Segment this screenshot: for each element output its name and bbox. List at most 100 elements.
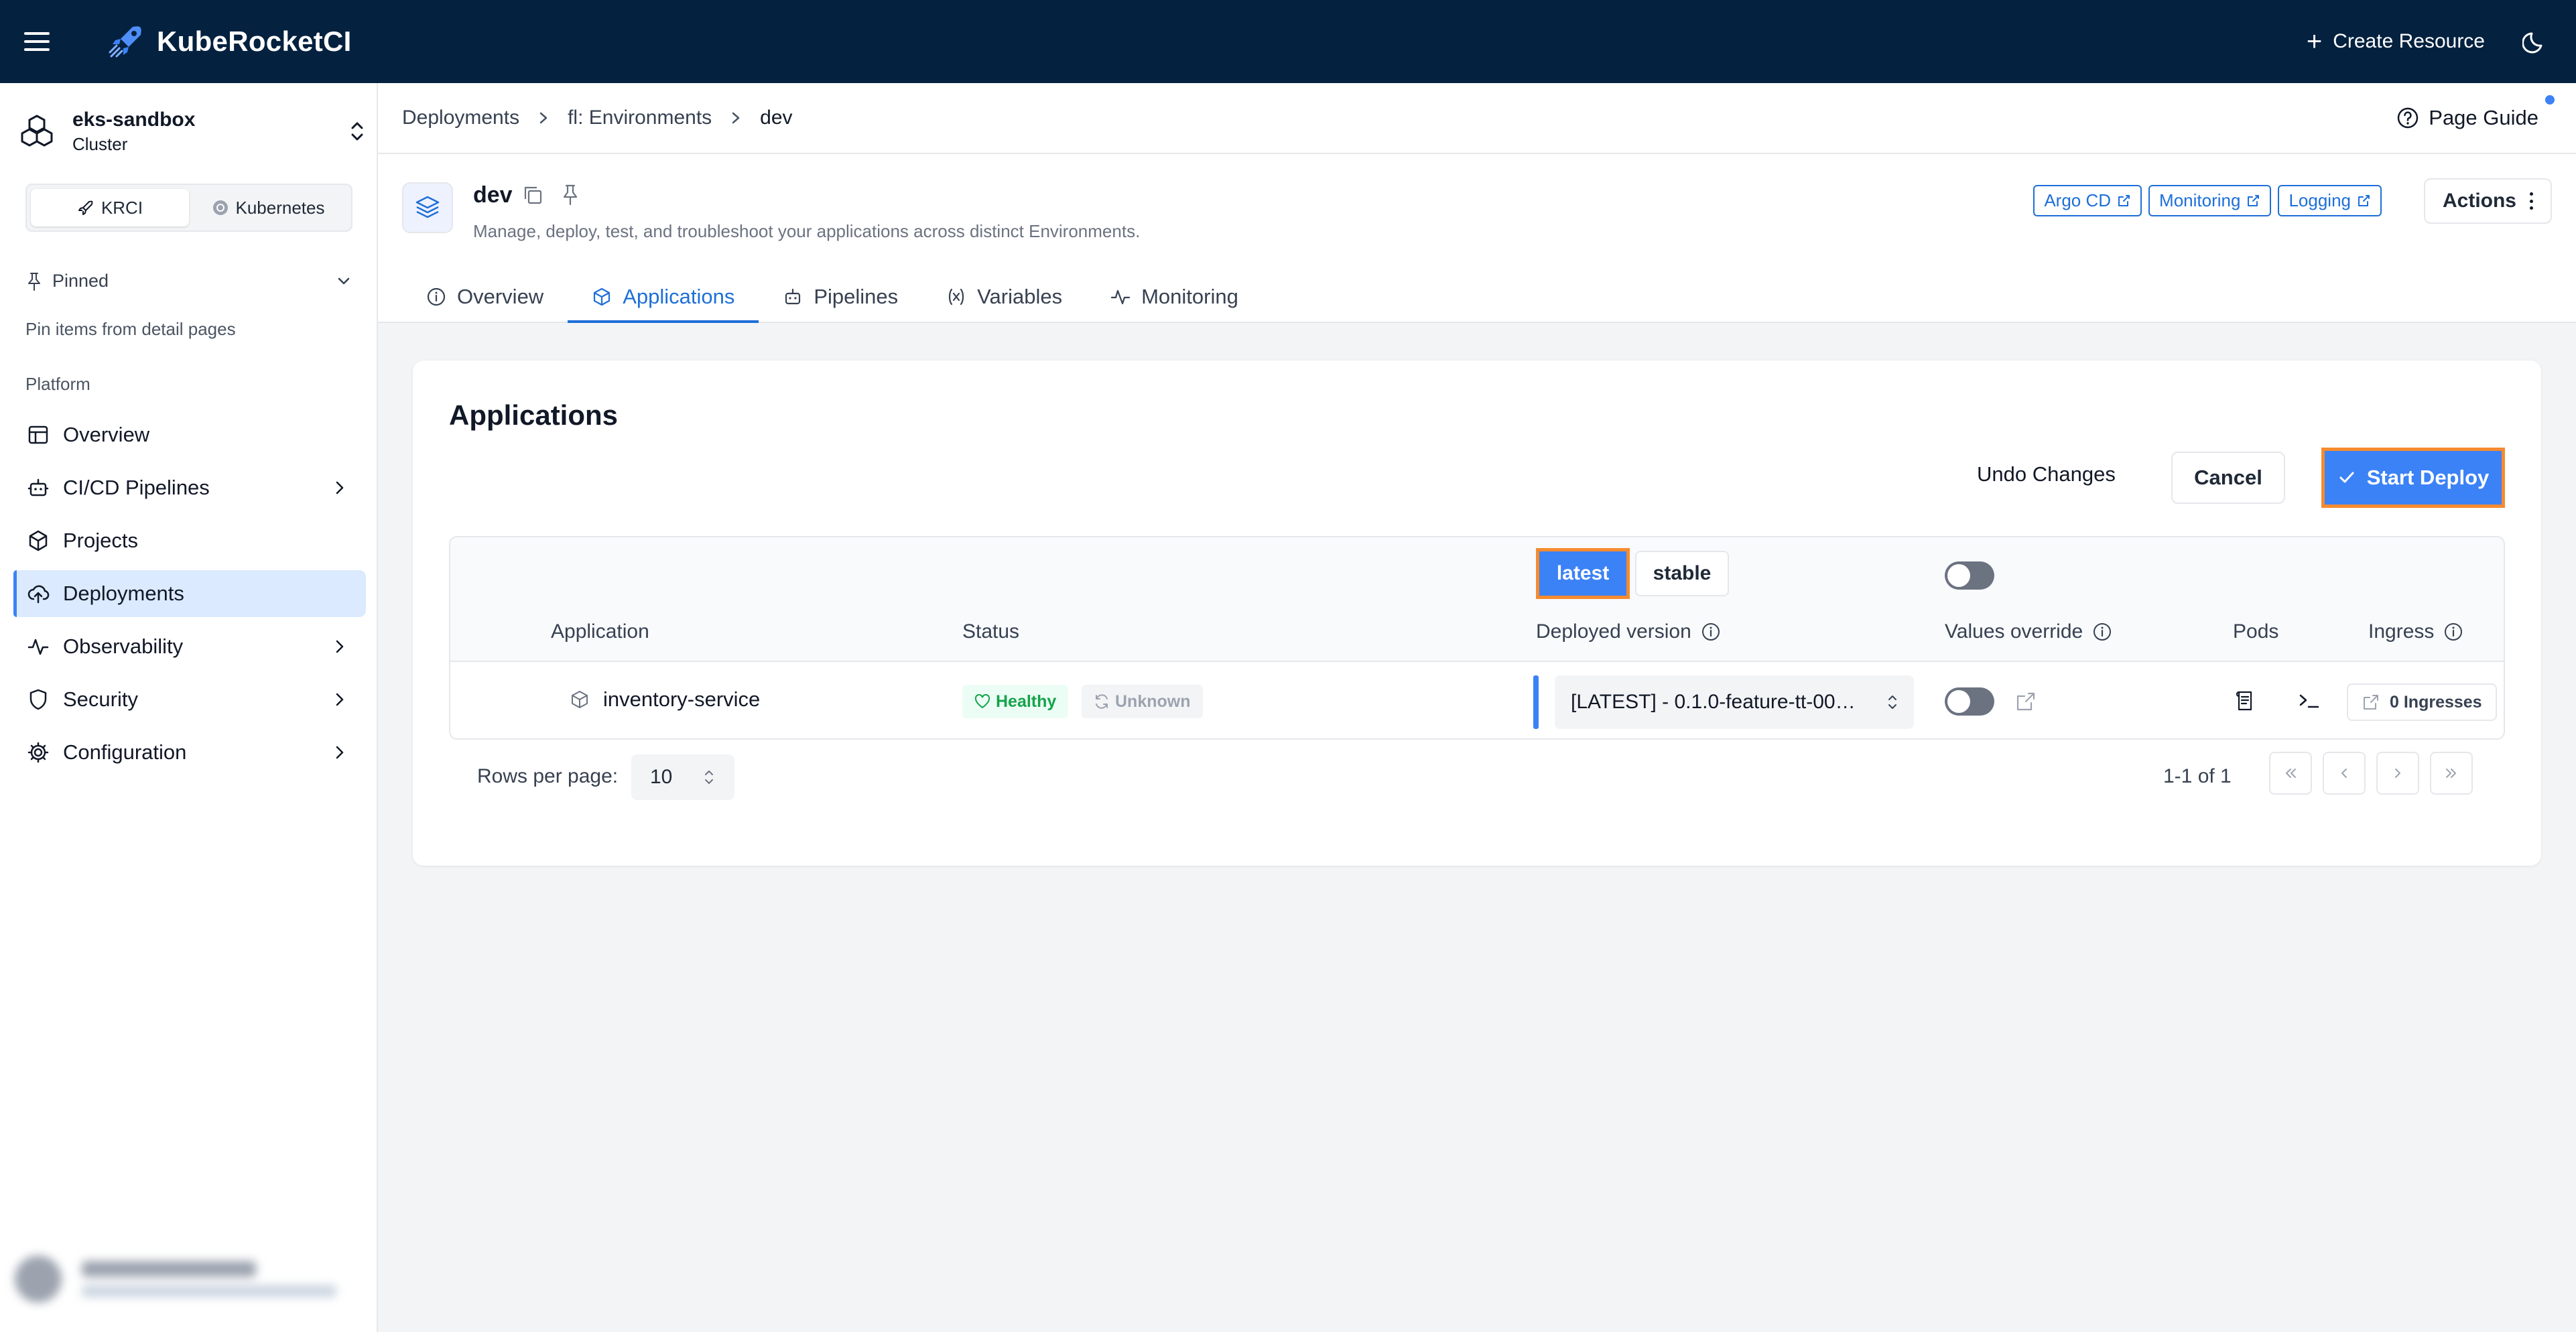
cluster-switcher[interactable]: eks-sandbox Cluster — [19, 105, 367, 158]
rows-per-page-select[interactable]: 10 — [631, 754, 734, 800]
create-resource-label: Create Resource — [2333, 30, 2485, 52]
tab-overview[interactable]: Overview — [402, 271, 568, 323]
plus-icon: + — [2306, 27, 2323, 56]
pin-icon[interactable] — [560, 184, 580, 206]
rocket-icon — [78, 200, 93, 215]
values-override-all-toggle[interactable] — [1945, 561, 1994, 590]
more-vertical-icon — [2530, 192, 2533, 210]
page-guide-button[interactable]: Page Guide — [2396, 95, 2555, 130]
start-deploy-label: Start Deploy — [2366, 466, 2490, 489]
bot-icon — [785, 288, 801, 305]
box-icon — [572, 691, 588, 708]
pinned-section-toggle[interactable]: Pinned — [25, 271, 352, 291]
check-icon — [2339, 472, 2354, 483]
sidebar-item-configuration[interactable]: Configuration — [13, 729, 366, 776]
menu-icon[interactable] — [24, 32, 50, 51]
previous-page-button[interactable] — [2323, 752, 2366, 795]
avatar — [15, 1256, 62, 1303]
help-circle-icon — [2398, 107, 2419, 129]
tab-label: Pipelines — [814, 285, 899, 308]
create-resource-button[interactable]: + Create Resource — [2307, 28, 2485, 55]
section-title: Applications — [449, 399, 619, 431]
tab-bar: Overview Applications Pipelines Variable… — [402, 271, 1263, 323]
preset-latest-button[interactable]: latest — [1536, 548, 1630, 599]
chevrons-left-icon — [2286, 769, 2296, 778]
sidebar-item-label: Configuration — [63, 740, 187, 764]
info-icon[interactable] — [2092, 622, 2112, 642]
sidebar-item-label: Observability — [63, 635, 184, 658]
copy-icon[interactable] — [521, 184, 544, 206]
moon-icon[interactable] — [2522, 28, 2549, 55]
ingresses-button[interactable]: 0 Ingresses — [2347, 683, 2497, 721]
external-link-icon — [2118, 194, 2130, 206]
tab-pipelines[interactable]: Pipelines — [759, 271, 922, 323]
first-page-button[interactable] — [2269, 752, 2312, 795]
heart-icon — [974, 694, 990, 709]
tab-variables[interactable]: Variables — [922, 271, 1086, 323]
tab-applications[interactable]: Applications — [568, 271, 759, 323]
cluster-name: eks-sandbox — [72, 108, 196, 131]
sidebar-item-observability[interactable]: Observability — [13, 623, 366, 670]
tab-label: Variables — [977, 285, 1063, 308]
column-pods: Pods — [2233, 620, 2279, 643]
start-deploy-button[interactable]: Start Deploy — [2321, 448, 2505, 508]
version-changed-indicator — [1533, 675, 1539, 729]
sidebar-item-deployments[interactable]: Deployments — [13, 570, 366, 617]
mode-krci[interactable]: KRCI — [31, 189, 189, 226]
tab-monitoring[interactable]: Monitoring — [1086, 271, 1263, 323]
monitoring-link-label: Monitoring — [2159, 190, 2241, 210]
column-ingress: Ingress — [2368, 620, 2463, 643]
mode-krci-label: KRCI — [101, 197, 143, 218]
cluster-icon — [21, 115, 53, 147]
sidebar-item-projects[interactable]: Projects — [13, 517, 366, 564]
mode-kubernetes[interactable]: Kubernetes — [189, 189, 347, 226]
monitoring-link[interactable]: Monitoring — [2148, 185, 2272, 216]
preset-stable-button[interactable]: stable — [1635, 551, 1729, 596]
top-bar: KubeRocketCI + Create Resource — [0, 0, 2576, 83]
chevrons-right-icon — [2446, 769, 2456, 778]
info-icon[interactable] — [2443, 622, 2463, 642]
sidebar-item-label: CI/CD Pipelines — [63, 476, 210, 499]
actions-label: Actions — [2442, 190, 2516, 212]
logs-icon[interactable] — [2233, 689, 2257, 713]
values-override-toggle[interactable] — [1945, 687, 1994, 716]
pin-icon — [28, 272, 40, 291]
column-values-override: Values override — [1945, 620, 2112, 643]
cancel-button[interactable]: Cancel — [2171, 452, 2285, 504]
applications-card: Applications Undo Changes Cancel Start D… — [413, 360, 2541, 866]
sidebar-item-cicd-pipelines[interactable]: CI/CD Pipelines — [13, 464, 366, 511]
sidebar-nav: Overview CI/CD Pipelines Projects Deploy… — [13, 411, 366, 782]
tab-label: Overview — [457, 285, 544, 308]
next-page-button[interactable] — [2376, 752, 2419, 795]
chevrons-up-down-icon — [1888, 695, 1896, 709]
app-title: KubeRocketCI — [157, 25, 352, 57]
argocd-link[interactable]: Argo CD — [2033, 185, 2142, 216]
last-page-button[interactable] — [2430, 752, 2473, 795]
chevron-right-icon — [336, 746, 344, 759]
layout-icon — [28, 425, 48, 444]
sidebar-item-security[interactable]: Security — [13, 676, 366, 723]
activity-icon — [27, 639, 49, 655]
info-icon[interactable] — [1701, 622, 1721, 642]
actions-button[interactable]: Actions — [2423, 178, 2552, 224]
brand[interactable]: KubeRocketCI — [106, 21, 352, 62]
undo-changes-button[interactable]: Undo Changes — [1977, 462, 2116, 486]
sidebar-item-overview[interactable]: Overview — [13, 411, 366, 458]
box-icon — [594, 287, 610, 306]
user-profile-blurred[interactable] — [8, 1242, 370, 1316]
breadcrumb-deployments[interactable]: Deployments — [402, 107, 519, 129]
applications-table: latest stable Application Status Deploye… — [449, 536, 2505, 740]
logging-link[interactable]: Logging — [2278, 185, 2382, 216]
external-link-icon[interactable] — [2014, 690, 2037, 713]
breadcrumb-environments[interactable]: fl: Environments — [568, 107, 712, 129]
breadcrumb: Deployments fl: Environments dev Page Gu… — [378, 83, 2576, 154]
kubernetes-icon — [212, 200, 228, 215]
shield-icon — [29, 689, 47, 710]
terminal-icon[interactable] — [2297, 689, 2321, 713]
argocd-link-label: Argo CD — [2044, 190, 2112, 210]
page-guide-label: Page Guide — [2429, 106, 2538, 129]
deployed-version-select[interactable]: [LATEST] - 0.1.0-feature-tt-000-... — [1555, 675, 1914, 729]
chevron-right-icon — [2395, 769, 2400, 778]
application-name[interactable]: inventory-service — [603, 687, 760, 712]
info-icon — [427, 287, 446, 306]
